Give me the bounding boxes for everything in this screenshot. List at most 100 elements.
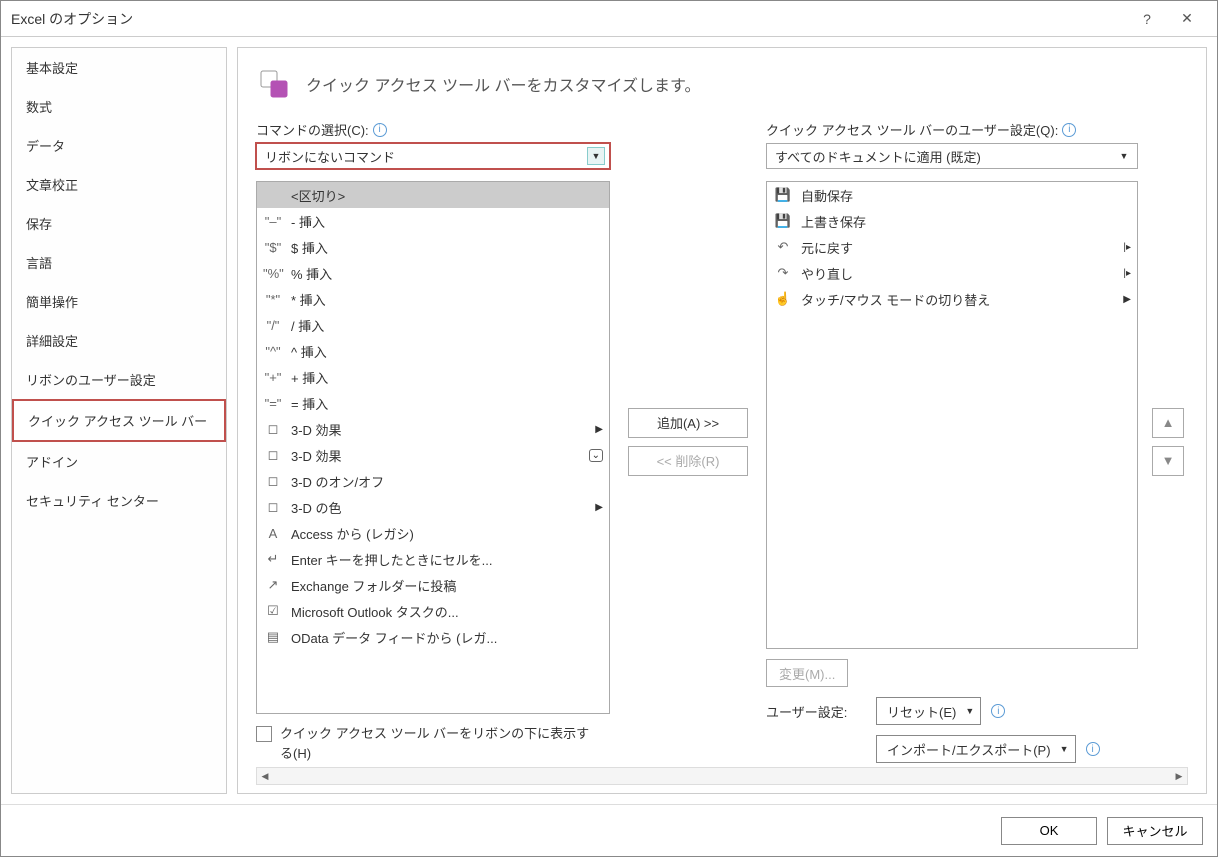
customize-qat-label: クイック アクセス ツール バーのユーザー設定(Q): i (766, 120, 1138, 139)
command-label: 3-D のオン/オフ (291, 472, 603, 491)
submenu-indicator-icon: ▶ (595, 424, 603, 435)
command-label: / 挿入 (291, 316, 603, 335)
current-qat-list[interactable]: 💾自動保存💾上書き保存↶元に戻す|▸↷やり直し|▸☝タッチ/マウス モードの切り… (766, 181, 1138, 649)
redo-icon: ↷ (773, 265, 793, 281)
command-icon: "‒" (263, 214, 283, 229)
command-icon: "^" (263, 344, 283, 359)
cancel-button[interactable]: キャンセル (1107, 817, 1203, 845)
info-icon[interactable]: i (1086, 742, 1100, 756)
category-sidebar: 基本設定数式データ文章校正保存言語簡単操作詳細設定リボンのユーザー設定クイック … (11, 47, 227, 794)
list-item[interactable]: "$" $ 挿入 (257, 234, 609, 260)
close-button[interactable]: ✕ (1167, 10, 1207, 27)
available-commands-list[interactable]: <区切り> "‒" - 挿入 "$" $ 挿入 "%"% 挿入"*"* 挿入 "/" / 挿入… (256, 181, 610, 714)
window-title: Excel のオプション (11, 9, 1127, 29)
chevron-down-icon: ▼ (1115, 147, 1133, 165)
split-indicator-icon: |▸ (1123, 268, 1131, 279)
list-item[interactable]: ◻3-D の色▶ (257, 494, 609, 520)
command-icon: ◻ (263, 473, 283, 489)
move-down-button[interactable]: ▼ (1152, 446, 1184, 476)
list-item[interactable]: "+" + 挿入 (257, 364, 609, 390)
reset-dropdown[interactable]: リセット(E) ▼ (876, 697, 981, 725)
list-item[interactable]: "/" / 挿入 (257, 312, 609, 338)
horizontal-scrollbar[interactable]: ◀ ▶ (256, 767, 1188, 785)
choose-commands-dropdown[interactable]: リボンにないコマンド ▼ (256, 143, 610, 169)
sidebar-item[interactable]: データ (12, 126, 226, 165)
command-icon: "$" (263, 240, 283, 255)
sidebar-item[interactable]: 保存 (12, 204, 226, 243)
list-item[interactable]: ◻ 3-D のオン/オフ (257, 468, 609, 494)
command-icon: ◻ (263, 499, 283, 515)
list-item[interactable]: ☑Microsoft Outlook タスクの... (257, 598, 609, 624)
command-icon: "+" (263, 370, 283, 385)
sidebar-item[interactable]: 詳細設定 (12, 321, 226, 360)
sidebar-item[interactable]: 簡単操作 (12, 282, 226, 321)
sidebar-item[interactable]: 数式 (12, 87, 226, 126)
commands-column: コマンドの選択(C): i リボンにないコマンド ▼ <区切り>"‒"- 挿入"… (256, 120, 610, 763)
list-item[interactable]: "%"% 挿入 (257, 260, 609, 286)
command-label: OData データ フィードから (レガ... (291, 628, 603, 647)
command-label: $ 挿入 (291, 238, 603, 257)
add-remove-column: 追加(A) >> << 削除(R) (620, 120, 756, 763)
command-icon: "/" (263, 318, 283, 333)
info-icon[interactable]: i (991, 704, 1005, 718)
ok-button[interactable]: OK (1001, 817, 1097, 845)
main-panel: クイック アクセス ツール バーをカスタマイズします。 コマンドの選択(C): … (237, 47, 1207, 794)
list-item[interactable]: ◻3-D 効果▶ (257, 416, 609, 442)
import-export-dropdown[interactable]: インポート/エクスポート(P) ▼ (876, 735, 1076, 763)
sidebar-item[interactable]: 基本設定 (12, 48, 226, 87)
info-icon[interactable]: i (373, 123, 387, 137)
choose-commands-label: コマンドの選択(C): i (256, 120, 610, 139)
reorder-column: ▲ ▼ (1148, 120, 1188, 763)
command-icon: "=" (263, 396, 283, 411)
scroll-left-icon: ◀ (257, 771, 273, 782)
command-label: - 挿入 (291, 212, 603, 231)
info-icon[interactable]: i (1062, 123, 1076, 137)
list-item[interactable]: ↵Enter キーを押したときにセルを... (257, 546, 609, 572)
command-icon: ◻ (263, 447, 283, 463)
sidebar-item[interactable]: セキュリティ センター (12, 481, 226, 520)
sidebar-item[interactable]: 言語 (12, 243, 226, 282)
save-purple-icon: 💾 (773, 187, 793, 203)
help-button[interactable]: ? (1127, 11, 1167, 27)
touch-icon: ☝ (773, 291, 793, 307)
list-item[interactable]: ↷ やり直し |▸ (767, 260, 1137, 286)
command-label: 3-D 効果 (291, 420, 587, 439)
list-item[interactable]: 💾自動保存 (767, 182, 1137, 208)
command-icon: "*" (263, 292, 283, 307)
sidebar-item[interactable]: アドイン (12, 442, 226, 481)
command-label: 上書き保存 (801, 212, 1131, 231)
submenu-indicator-icon: ▶ (595, 502, 603, 513)
sidebar-item[interactable]: 文章校正 (12, 165, 226, 204)
list-item[interactable]: ☝タッチ/マウス モードの切り替え▶ (767, 286, 1137, 312)
apply-to-dropdown[interactable]: すべてのドキュメントに適用 (既定) ▼ (766, 143, 1138, 169)
list-item[interactable]: "="= 挿入 (257, 390, 609, 416)
command-label: タッチ/マウス モードの切り替え (801, 290, 1115, 309)
sidebar-item[interactable]: クイック アクセス ツール バー (12, 399, 226, 442)
command-label: + 挿入 (291, 368, 603, 387)
command-icon: ↗ (263, 577, 283, 593)
save-purple-icon: 💾 (773, 213, 793, 229)
command-label: やり直し (801, 264, 1115, 283)
move-up-button[interactable]: ▲ (1152, 408, 1184, 438)
dialog-footer: OK キャンセル (1, 804, 1217, 856)
list-item[interactable]: <区切り> (257, 182, 609, 208)
remove-button[interactable]: << 削除(R) (628, 446, 748, 476)
show-below-ribbon-checkbox[interactable]: クイック アクセス ツール バーをリボンの下に表示する(H) (256, 724, 596, 763)
list-item[interactable]: ↗Exchange フォルダーに投稿 (257, 572, 609, 598)
list-item[interactable]: "*"* 挿入 (257, 286, 609, 312)
command-label: ^ 挿入 (291, 342, 603, 361)
add-button[interactable]: 追加(A) >> (628, 408, 748, 438)
below-right-controls: 変更(M)... ユーザー設定: リセット(E) ▼ i (766, 659, 1138, 763)
list-item[interactable]: "‒" - 挿入 (257, 208, 609, 234)
command-icon: A (263, 526, 283, 541)
sidebar-item[interactable]: リボンのユーザー設定 (12, 360, 226, 399)
list-item[interactable]: 💾 上書き保存 (767, 208, 1137, 234)
command-label: Enter キーを押したときにセルを... (291, 550, 603, 569)
list-item[interactable]: ◻3-D 効果⌄ (257, 442, 609, 468)
list-item[interactable]: ↶元に戻す|▸ (767, 234, 1137, 260)
list-item[interactable]: "^" ^ 挿入 (257, 338, 609, 364)
modify-button[interactable]: 変更(M)... (766, 659, 848, 687)
chevron-down-icon: ▼ (587, 147, 605, 165)
list-item[interactable]: AAccess から (レガシ) (257, 520, 609, 546)
list-item[interactable]: ▤OData データ フィードから (レガ... (257, 624, 609, 650)
